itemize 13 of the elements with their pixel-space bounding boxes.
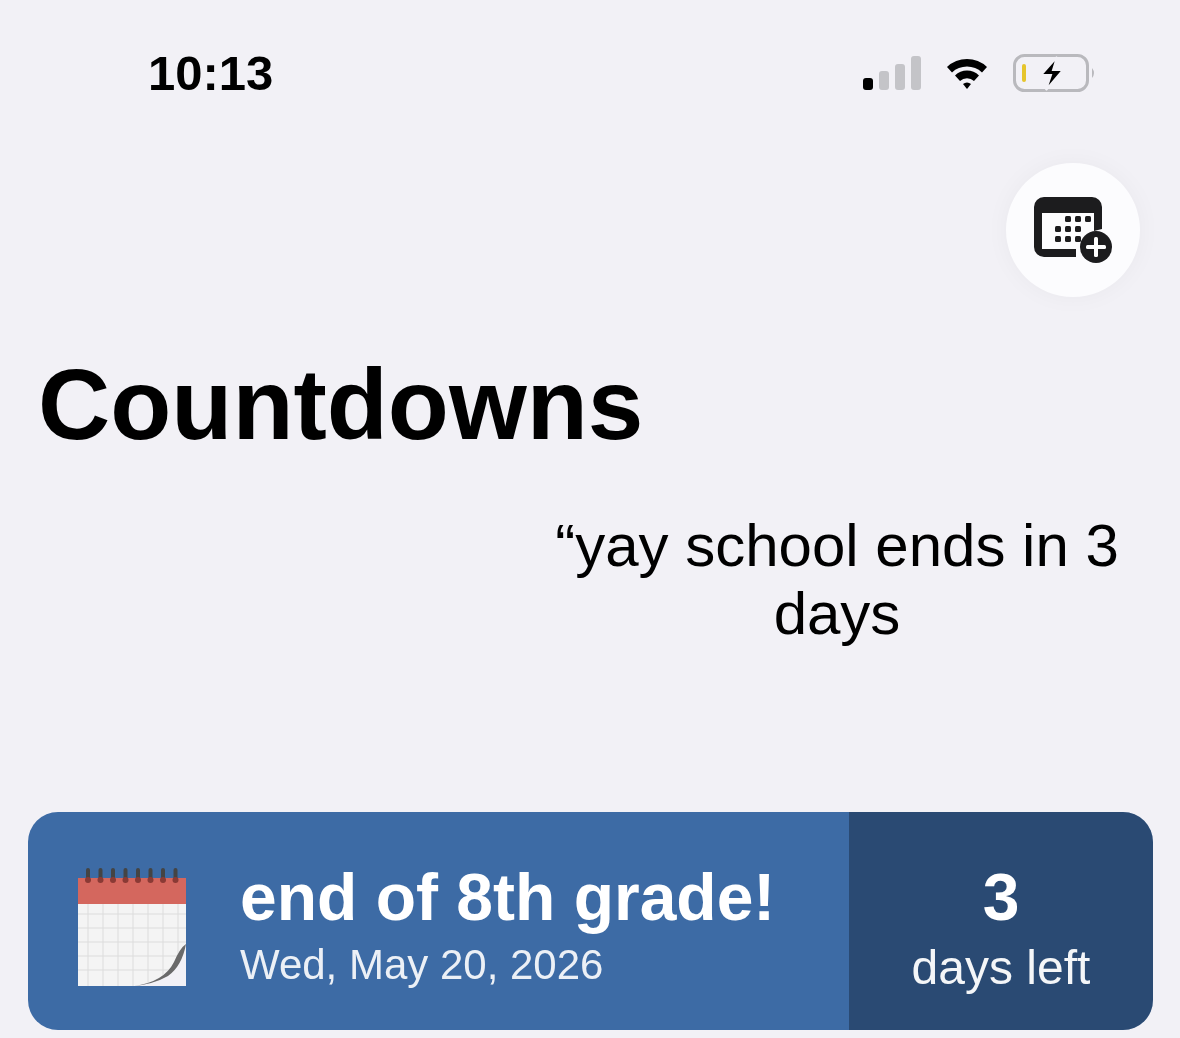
calendar-icon [78, 865, 186, 986]
countdown-title: end of 8th grade! [240, 861, 776, 933]
countdown-date: Wed, May 20, 2026 [240, 940, 605, 990]
battery-charging-icon [1013, 54, 1097, 92]
days-count: 3 [982, 861, 1020, 933]
calendar-plus-icon [1034, 197, 1112, 263]
page-title: Countdowns [38, 354, 644, 454]
status-time: 10:13 [148, 45, 274, 102]
signal-icon [863, 56, 921, 90]
countdown-card[interactable]: end of 8th grade! Wed, May 20, 2026 3 days left [28, 812, 1153, 1030]
days-unit: days left [911, 940, 1091, 996]
caption-text: “yay school ends in 3 days [554, 512, 1120, 648]
wifi-icon [945, 56, 989, 90]
